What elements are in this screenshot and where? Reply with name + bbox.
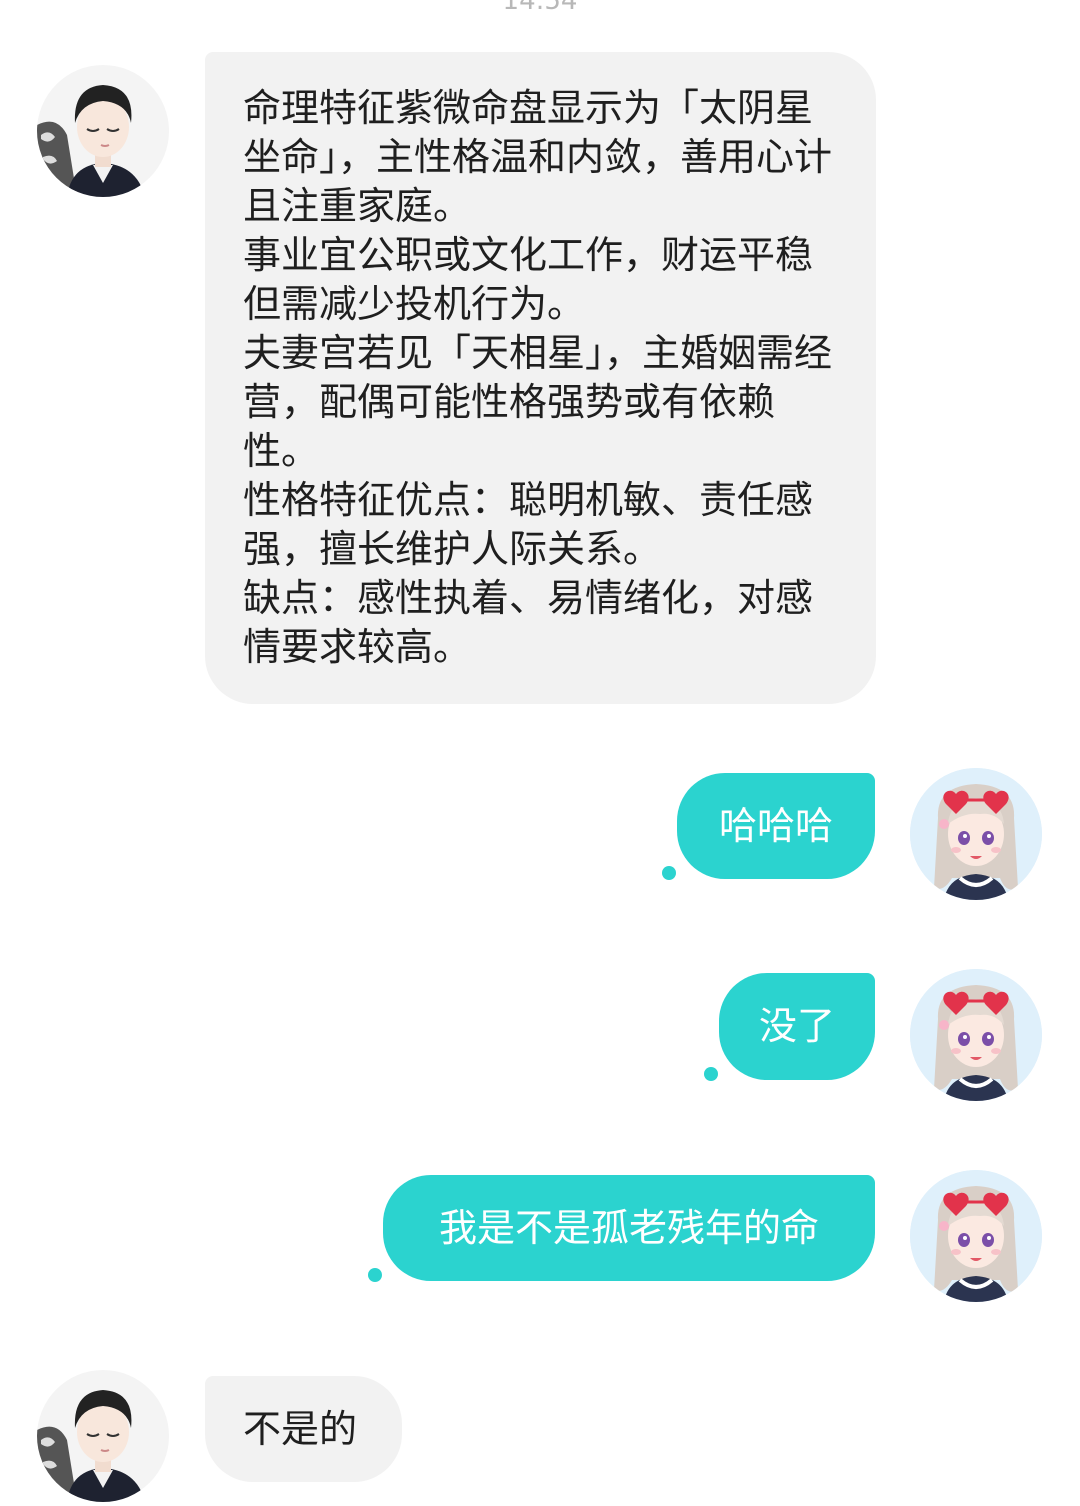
my-avatar[interactable]	[910, 1170, 1042, 1302]
girl-cartoon-avatar-icon	[910, 969, 1042, 1101]
other-avatar[interactable]	[37, 1370, 169, 1502]
timestamp: 14:54	[502, 0, 578, 16]
message-bubble-me[interactable]: 我是不是孤老残年的命	[383, 1175, 875, 1281]
message-bubble-me[interactable]: 哈哈哈	[677, 773, 875, 879]
my-avatar[interactable]	[910, 768, 1042, 900]
message-bubble-me[interactable]: 没了	[719, 973, 875, 1080]
girl-cartoon-avatar-icon	[910, 768, 1042, 900]
my-avatar[interactable]	[910, 969, 1042, 1101]
dot-indicator-icon	[662, 866, 676, 880]
dot-indicator-icon	[368, 1268, 382, 1282]
message-bubble-other[interactable]: 不是的	[205, 1376, 402, 1482]
man-cartoon-avatar-icon	[37, 65, 169, 197]
message-bubble-other[interactable]: 命理特征紫微命盘显示为「太阴星坐命」，主性格温和内敛，善用心计且注重家庭。 事业…	[205, 52, 876, 704]
man-cartoon-avatar-icon	[37, 1370, 169, 1502]
other-avatar[interactable]	[37, 65, 169, 197]
girl-cartoon-avatar-icon	[910, 1170, 1042, 1302]
dot-indicator-icon	[704, 1067, 718, 1081]
